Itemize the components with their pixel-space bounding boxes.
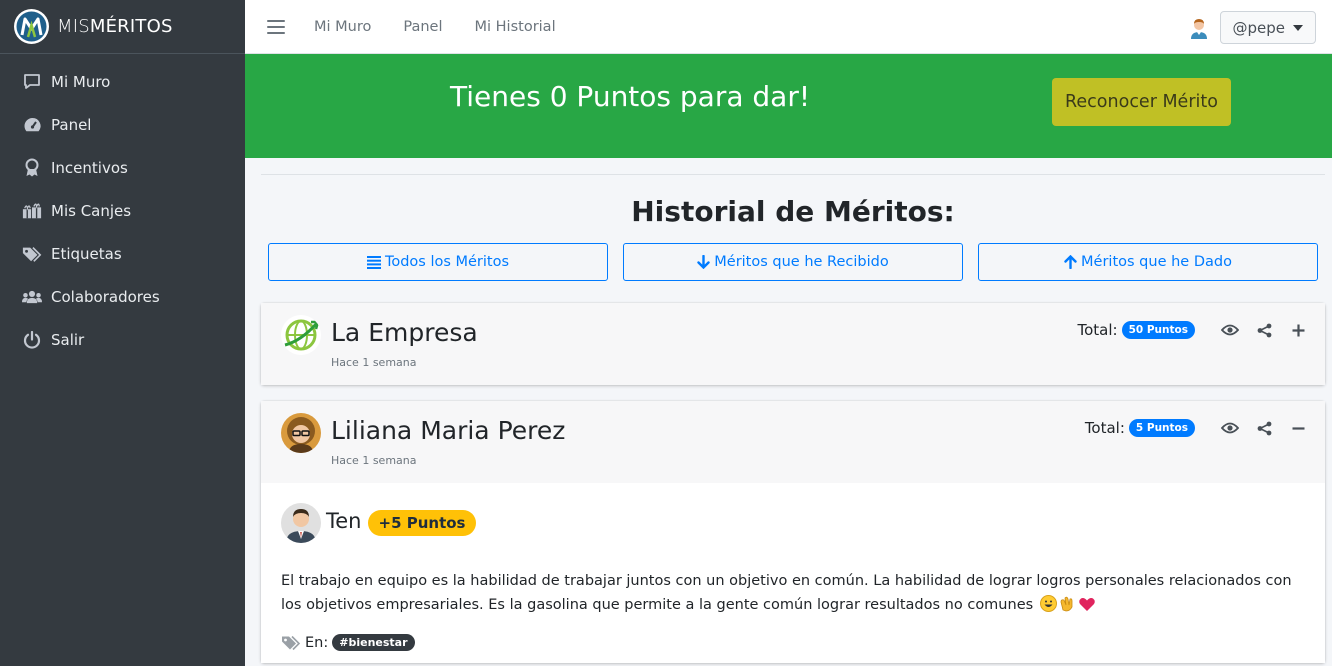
top-navbar: Mi Muro Panel Mi Historial @pepe [245, 0, 1332, 54]
divider [261, 174, 1325, 175]
user-avatar-icon[interactable] [1188, 17, 1210, 39]
sidebar-item-salir[interactable]: Salir [0, 318, 245, 361]
power-icon [22, 330, 42, 350]
sidebar-item-label: Etiquetas [51, 244, 122, 263]
filter-label: Todos los Méritos [384, 254, 510, 270]
card-header: La Empresa Hace 1 semana Total: 50 Punto… [261, 303, 1325, 385]
giver-avatar [281, 503, 321, 543]
sidebar-item-label: Colaboradores [51, 287, 160, 306]
total-label: Total: [1077, 321, 1118, 339]
sidebar-item-colaboradores[interactable]: Colaboradores [0, 275, 245, 318]
nav-link-mi-muro[interactable]: Mi Muro [314, 19, 371, 35]
sidebar-item-etiquetas[interactable]: Etiquetas [0, 232, 245, 275]
tags-icon [281, 635, 301, 651]
tags-row: En: #bienestar [281, 634, 1305, 651]
giver-name: Ten [326, 509, 362, 533]
user-area: @pepe [1188, 11, 1316, 44]
merit-card: Liliana Maria Perez Hace 1 semana Total:… [261, 401, 1325, 663]
recipient-avatar [281, 413, 321, 453]
timestamp: Hace 1 semana [331, 356, 417, 369]
sidebar-item-label: Incentivos [51, 158, 128, 177]
user-handle: @pepe [1232, 18, 1286, 37]
nav-link-mi-historial[interactable]: Mi Historial [475, 19, 556, 35]
main-content: Historial de Méritos: Todos los Méritos … [261, 158, 1325, 663]
card-tools: Total: 5 Puntos [1085, 417, 1309, 439]
filter-label: Méritos que he Dado [1081, 254, 1232, 270]
page-title: Historial de Méritos: [631, 195, 955, 228]
eye-icon[interactable] [1219, 417, 1241, 439]
sidebar-item-panel[interactable]: Panel [0, 103, 245, 146]
list-icon [366, 255, 381, 269]
sidebar-item-incentivos[interactable]: Incentivos [0, 146, 245, 189]
grinning-face-icon [1039, 595, 1057, 620]
sidebar-item-mi-muro[interactable]: Mi Muro [0, 60, 245, 103]
share-icon[interactable] [1253, 319, 1275, 341]
plus-icon[interactable] [1287, 319, 1309, 341]
user-dropdown[interactable]: @pepe [1219, 11, 1316, 44]
brand-name: MISMÉRITOS [57, 16, 173, 37]
points-available-text: Tienes 0 Puntos para dar! [450, 80, 811, 113]
sidebar-nav: Mi Muro Panel Incentivos Mis Canjes Etiq… [0, 54, 245, 361]
reconocer-merito-button[interactable]: Reconocer Mérito [1052, 78, 1231, 126]
merit-detail: Ten +5 Puntos El trabajo en equipo es la… [261, 483, 1325, 663]
menu-toggle-icon[interactable] [267, 19, 285, 34]
points-banner: Tienes 0 Puntos para dar! Reconocer Méri… [245, 54, 1332, 158]
tags-icon [22, 244, 42, 264]
merit-card: La Empresa Hace 1 semana Total: 50 Punto… [261, 303, 1325, 385]
points-badge: 50 Puntos [1121, 321, 1195, 339]
filter-dados-button[interactable]: Méritos que he Dado [978, 243, 1318, 281]
gauge-icon [22, 115, 42, 135]
timestamp: Hace 1 semana [331, 454, 417, 467]
brand-logo-icon [14, 9, 49, 44]
sidebar-item-mis-canjes[interactable]: Mis Canjes [0, 189, 245, 232]
card-tools: Total: 50 Puntos [1078, 319, 1310, 341]
merit-points-badge: +5 Puntos [367, 510, 477, 536]
total-label: Total: [1084, 419, 1125, 437]
caret-down-icon [1293, 24, 1303, 31]
history-filters: Todos los Méritos Méritos que he Recibid… [261, 243, 1325, 281]
merit-message: El trabajo en equipo es la habilidad de … [281, 569, 1305, 620]
sidebar-item-label: Panel [51, 115, 92, 134]
award-icon [22, 158, 42, 178]
recipient-name: Liliana Maria Perez [331, 416, 566, 445]
sidebar-item-label: Mi Muro [51, 72, 111, 91]
comment-icon [22, 72, 42, 92]
filter-todos-button[interactable]: Todos los Méritos [268, 243, 608, 281]
tags-label: En: [305, 634, 329, 651]
share-icon[interactable] [1253, 417, 1275, 439]
sidebar-item-label: Salir [51, 330, 85, 349]
filter-label: Méritos que he Recibido [714, 254, 889, 270]
heart-icon [1078, 596, 1096, 620]
giver-row: Ten +5 Puntos [281, 503, 1305, 543]
brand[interactable]: MISMÉRITOS [0, 0, 245, 54]
tag-badge[interactable]: #bienestar [332, 634, 415, 651]
points-badge: 5 Puntos [1128, 419, 1195, 437]
nav-link-panel[interactable]: Panel [403, 19, 442, 35]
gifts-icon [22, 201, 42, 221]
company-logo-icon [281, 315, 321, 355]
sidebar: MISMÉRITOS Mi Muro Panel Incentivos Mis … [0, 0, 245, 666]
arrow-down-icon [697, 255, 710, 269]
recipient-name: La Empresa [331, 318, 478, 347]
clapping-hands-icon [1059, 595, 1076, 620]
eye-icon[interactable] [1219, 319, 1241, 341]
filter-recibidos-button[interactable]: Méritos que he Recibido [623, 243, 963, 281]
minus-icon[interactable] [1287, 417, 1309, 439]
users-icon [22, 287, 42, 307]
arrow-up-icon [1064, 255, 1077, 269]
card-header: Liliana Maria Perez Hace 1 semana Total:… [261, 401, 1325, 483]
sidebar-item-label: Mis Canjes [51, 201, 132, 220]
